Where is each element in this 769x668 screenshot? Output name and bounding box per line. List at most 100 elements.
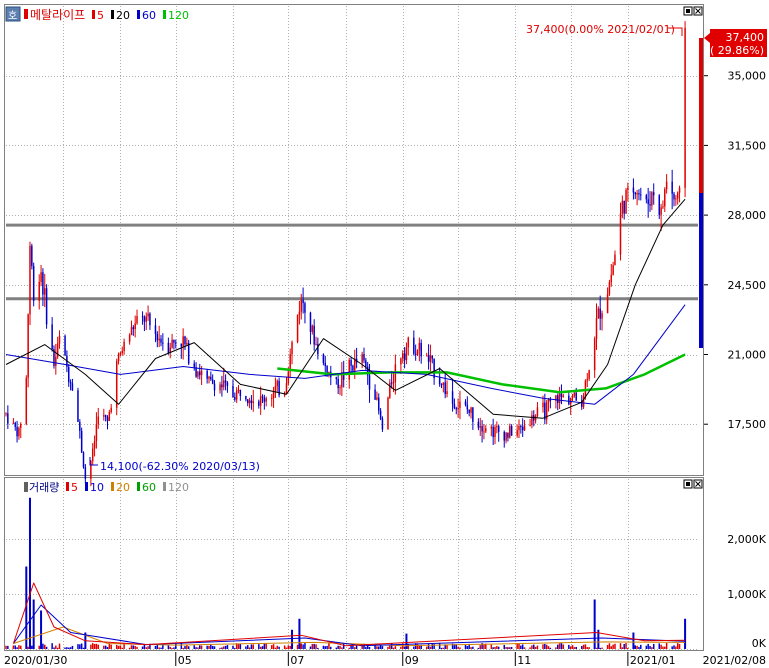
candle-body bbox=[141, 316, 144, 318]
volume-bar bbox=[459, 647, 461, 649]
volume-bar bbox=[246, 645, 249, 649]
volume-bar bbox=[211, 645, 214, 649]
candle-body bbox=[647, 199, 649, 205]
volume-bar bbox=[45, 646, 48, 649]
candle-body bbox=[509, 426, 511, 438]
candle-body bbox=[296, 314, 299, 343]
candle-body bbox=[29, 245, 31, 315]
volume-bar bbox=[558, 643, 561, 649]
low-price-annotation: 14,100(-62.30% 2020/03/13) bbox=[100, 460, 260, 473]
volume-spike-bar bbox=[298, 618, 301, 649]
volume-bar bbox=[302, 644, 304, 649]
volume-bar bbox=[283, 645, 286, 649]
candle-body bbox=[38, 281, 40, 301]
candle-body bbox=[485, 428, 487, 432]
candle-body bbox=[239, 389, 242, 397]
volume-bar bbox=[379, 645, 382, 649]
candle-body bbox=[298, 311, 301, 315]
volume-bar bbox=[529, 647, 531, 649]
volume-bar bbox=[675, 646, 677, 649]
candle-body bbox=[136, 316, 138, 324]
volume-ma-legend-label: 10 bbox=[90, 481, 104, 494]
candle-body bbox=[625, 189, 627, 214]
candle-body bbox=[529, 424, 531, 426]
candle-body bbox=[237, 389, 240, 391]
volume-spike-bar bbox=[28, 497, 31, 649]
volume-bar bbox=[634, 645, 637, 649]
candle-body bbox=[313, 325, 315, 345]
candle-body bbox=[291, 342, 293, 355]
candle-body bbox=[175, 342, 177, 344]
candle-body bbox=[123, 341, 125, 351]
volume-bar bbox=[562, 644, 565, 649]
candle-body bbox=[599, 308, 601, 319]
volume-bar bbox=[193, 645, 195, 649]
volume-bar bbox=[91, 643, 94, 649]
volume-bar bbox=[42, 643, 44, 649]
volume-bar bbox=[586, 647, 589, 649]
candle-body bbox=[187, 342, 190, 364]
candle-body bbox=[405, 347, 408, 361]
volume-bar bbox=[171, 647, 173, 649]
candle-body bbox=[258, 401, 260, 406]
candle-body bbox=[627, 187, 629, 190]
candle-body bbox=[132, 327, 135, 330]
candle-body bbox=[431, 355, 434, 359]
candle-body bbox=[483, 431, 485, 433]
volume-bar bbox=[335, 647, 338, 649]
volume-ma-legend-swatch bbox=[163, 482, 166, 491]
candle-body bbox=[213, 383, 216, 391]
candle-body bbox=[108, 411, 111, 421]
candle-body bbox=[457, 408, 459, 410]
volume-bar bbox=[438, 643, 441, 649]
volume-bar bbox=[270, 645, 273, 649]
volume-bar bbox=[368, 647, 371, 649]
candle-body bbox=[276, 380, 279, 387]
volume-bar bbox=[272, 644, 275, 649]
candle-body bbox=[378, 397, 380, 411]
volume-bar bbox=[132, 645, 135, 649]
volume-bar bbox=[259, 646, 262, 649]
volume-bar bbox=[326, 645, 328, 649]
volume-bar bbox=[545, 644, 548, 649]
candle-body bbox=[45, 288, 48, 325]
candle-body bbox=[5, 413, 7, 415]
candle-body bbox=[505, 432, 507, 441]
candle-body bbox=[42, 272, 44, 295]
candle-body bbox=[222, 380, 225, 388]
volume-bar bbox=[276, 645, 279, 649]
volume-bar bbox=[195, 647, 197, 649]
volume-bar bbox=[374, 645, 376, 649]
volume-bar bbox=[258, 644, 260, 649]
volume-bar bbox=[184, 646, 186, 649]
candle-body bbox=[560, 393, 563, 397]
candle-body bbox=[588, 370, 590, 379]
candle-body bbox=[368, 375, 371, 390]
volume-bar bbox=[625, 643, 627, 649]
candle-body bbox=[263, 397, 266, 402]
volume-bar bbox=[520, 645, 522, 649]
candle-body bbox=[562, 395, 565, 397]
volume-bar bbox=[431, 643, 434, 649]
volume-bar bbox=[390, 643, 393, 649]
volume-bar bbox=[69, 647, 72, 649]
volume-bar bbox=[145, 647, 147, 649]
candle-body bbox=[379, 410, 382, 419]
date-axis-label: 11 bbox=[517, 654, 531, 667]
volume-bar bbox=[365, 647, 367, 649]
candle-body bbox=[324, 362, 326, 367]
volume-bar bbox=[612, 644, 614, 649]
date-axis-labels: 2020/01/30 05 07 09 11 2021/01 2021/02/08 bbox=[4, 652, 766, 667]
candle-body bbox=[32, 265, 35, 301]
volume-bar bbox=[446, 644, 448, 649]
price-range-down-bar bbox=[699, 193, 703, 348]
volume-bar bbox=[221, 647, 223, 649]
volume-bar bbox=[278, 646, 280, 649]
volume-bar bbox=[621, 647, 624, 649]
volume-bar bbox=[427, 643, 430, 649]
candle-body bbox=[184, 336, 186, 345]
chart-type-icon-label: 호 bbox=[8, 10, 17, 22]
volume-bar bbox=[418, 645, 421, 649]
volume-bar bbox=[304, 643, 306, 649]
volume-bar bbox=[199, 645, 201, 649]
